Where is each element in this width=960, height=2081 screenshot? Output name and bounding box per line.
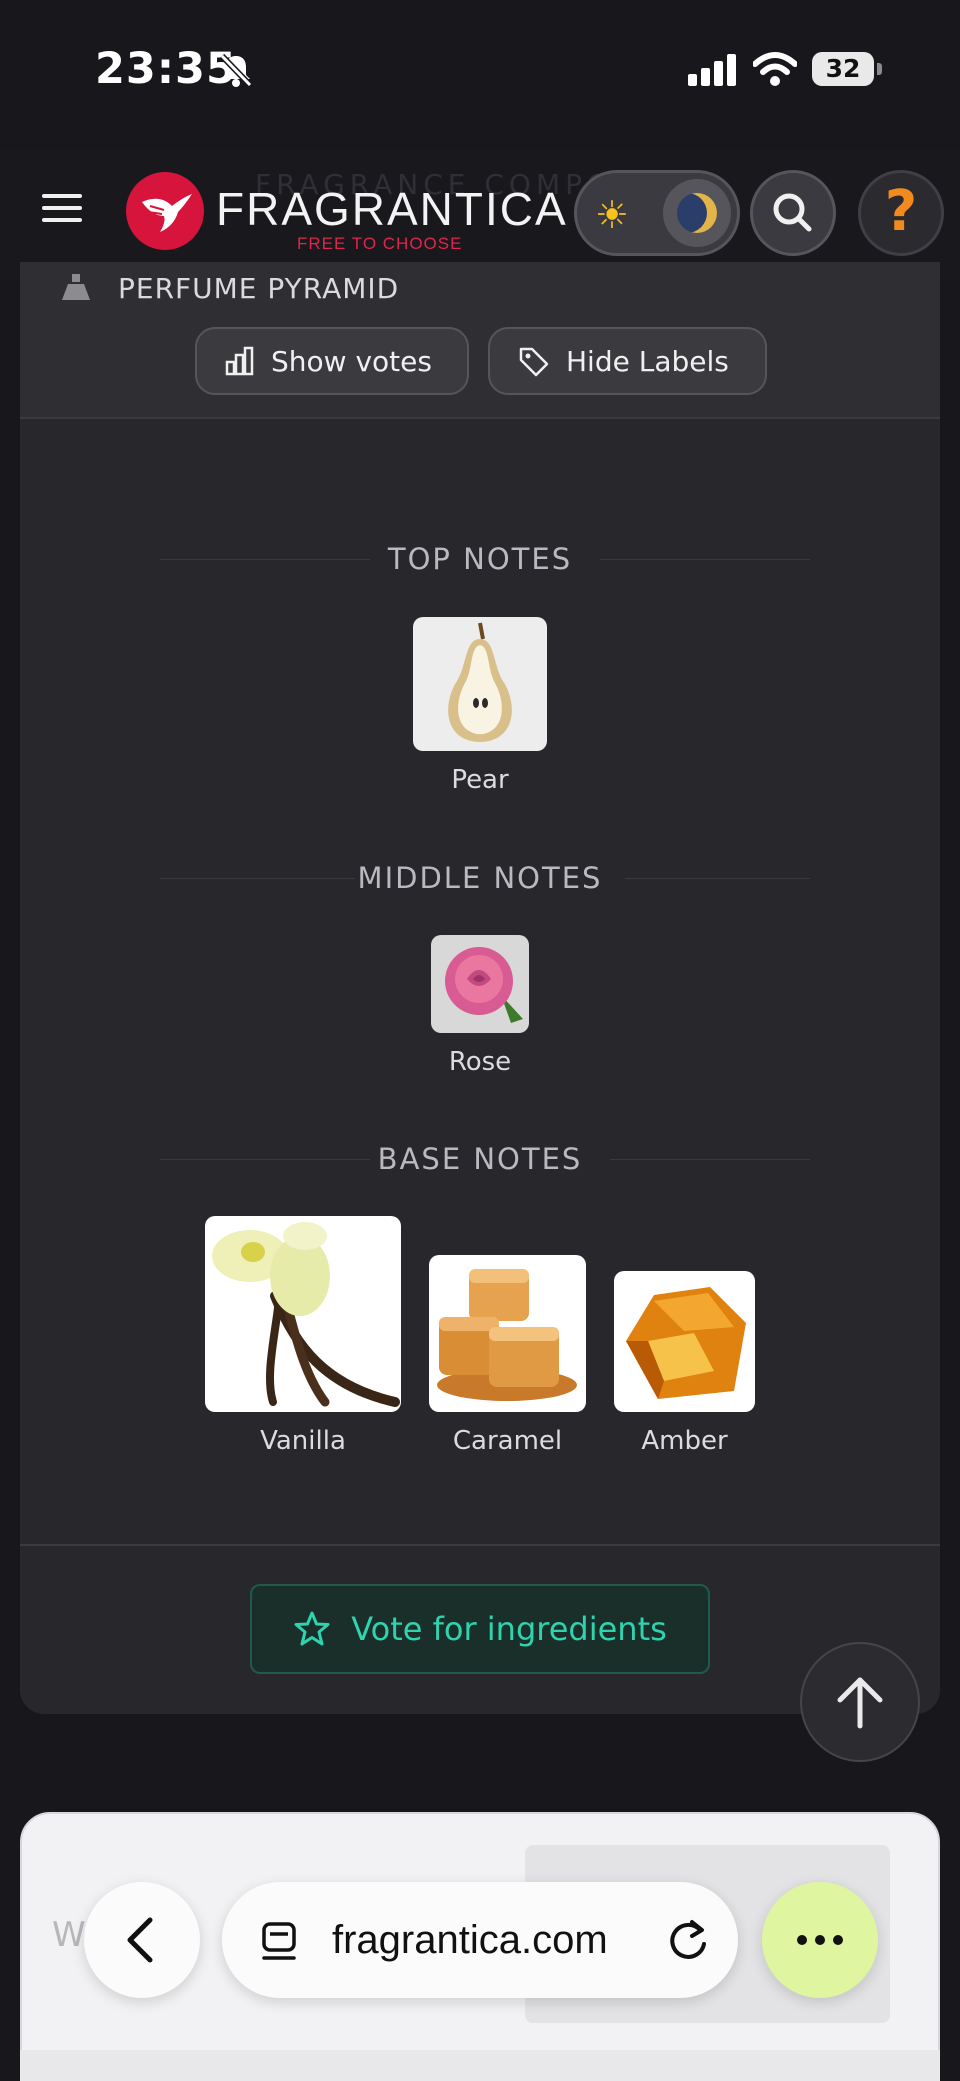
logo-wordmark[interactable]: FRAGRANTICA	[216, 182, 568, 236]
search-icon	[773, 193, 812, 232]
note-caramel[interactable]: Caramel	[429, 1255, 586, 1456]
top-notes-title: TOP NOTES	[387, 542, 573, 576]
middle-notes-title: MIDDLE NOTES	[357, 861, 603, 895]
divider	[20, 1544, 940, 1546]
note-label: Vanilla	[260, 1426, 346, 1456]
star-icon	[294, 1611, 330, 1646]
amber-image	[614, 1271, 755, 1412]
vote-for-ingredients-button[interactable]: Vote for ingredients	[250, 1584, 710, 1674]
pyramid-card-header: PERFUME PYRAMID Show votes Hide Labels	[20, 262, 940, 419]
tag-icon	[519, 347, 549, 377]
note-rose[interactable]: Rose	[431, 935, 529, 1077]
note-label: Pear	[451, 765, 509, 795]
search-button[interactable]	[750, 170, 836, 256]
cellular-signal-icon	[688, 54, 738, 90]
site-header: FRAGRANCE COMPO FRAGRANTICA FREE TO CHOO…	[0, 150, 960, 280]
bottom-strip	[20, 2050, 940, 2081]
reload-icon[interactable]	[660, 1882, 720, 1998]
hide-labels-label: Hide Labels	[566, 344, 729, 378]
note-amber[interactable]: Amber	[614, 1271, 755, 1456]
show-votes-button[interactable]: Show votes	[195, 327, 469, 395]
show-votes-label: Show votes	[271, 344, 432, 378]
bell-off-icon	[218, 52, 254, 92]
page-menu-icon	[262, 1922, 296, 1960]
base-notes-title: BASE NOTES	[377, 1142, 583, 1176]
arrow-up-icon	[837, 1677, 883, 1729]
perfume-pyramid-card: PERFUME PYRAMID Show votes Hide Labels T…	[20, 262, 940, 1714]
vanilla-image	[205, 1216, 401, 1412]
url-text: fragrantica.com	[332, 1918, 608, 1962]
hummingbird-logo-icon[interactable]	[126, 172, 204, 250]
note-label: Rose	[448, 1047, 512, 1077]
chevron-left-icon	[127, 1917, 153, 1963]
vote-button-label: Vote for ingredients	[351, 1610, 667, 1648]
note-pear[interactable]: Pear	[413, 617, 547, 795]
user-avatar[interactable]: ?	[858, 170, 944, 256]
battery-indicator: 32	[812, 52, 882, 86]
menu-icon[interactable]	[42, 194, 82, 224]
logo-tagline: FREE TO CHOOSE	[297, 234, 463, 253]
note-label: Caramel	[452, 1426, 563, 1456]
note-label: Amber	[641, 1426, 728, 1456]
hide-labels-button[interactable]: Hide Labels	[488, 327, 767, 395]
bar-chart-icon	[225, 346, 254, 376]
scroll-to-top-button[interactable]	[800, 1642, 920, 1762]
rose-image	[431, 935, 529, 1033]
note-vanilla[interactable]: Vanilla	[205, 1216, 401, 1456]
moon-icon	[663, 179, 731, 247]
status-bar: 23:35 32	[0, 0, 960, 140]
caramel-image	[429, 1255, 586, 1412]
more-dots-icon	[797, 1935, 843, 1945]
pyramid-title: PERFUME PYRAMID	[118, 272, 400, 305]
sun-icon: ☀	[595, 193, 630, 237]
more-options-button[interactable]	[762, 1882, 878, 1998]
theme-toggle[interactable]: ☀	[574, 170, 740, 256]
status-time: 23:35	[95, 44, 237, 94]
browser-back-button[interactable]	[84, 1882, 200, 1998]
address-bar[interactable]: fragrantica.com	[222, 1882, 738, 1998]
flask-icon	[62, 274, 90, 300]
wifi-icon	[752, 52, 798, 90]
pear-image	[413, 617, 547, 751]
